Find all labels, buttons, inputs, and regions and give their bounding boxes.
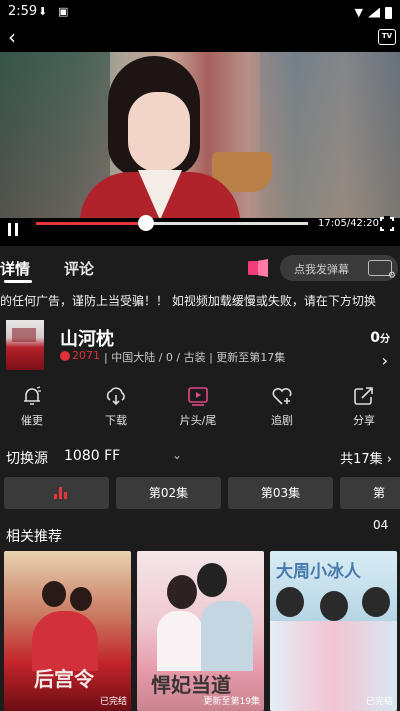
card2-robe-a <box>157 611 203 671</box>
notice-marquee: 的任何广告，谨防上当受骗！！ 如视频加载缓慢或失败，请在下方切换 <box>0 294 376 308</box>
follow-label: 追剧 <box>271 414 293 427</box>
score-unit: 分 <box>380 334 390 345</box>
remind-update-button[interactable]: 催更 <box>2 385 62 433</box>
playing-icon <box>54 487 68 499</box>
card3-figure-a <box>276 587 304 617</box>
card2-badge: 更新至第19集 <box>203 697 260 707</box>
danmu-settings-icon[interactable] <box>368 260 396 281</box>
video-time: 17:05/42:20 <box>318 218 380 229</box>
show-score: 0分 <box>370 330 390 346</box>
video-bg-right <box>260 52 400 218</box>
recommend-title: 相关推荐 <box>6 529 62 545</box>
chevron-down-icon[interactable]: ⌄ <box>172 448 182 462</box>
episode-03-button[interactable]: 第03集 <box>228 477 333 509</box>
chevron-right-icon[interactable]: › <box>382 351 388 370</box>
episode-04-button[interactable]: 第04 <box>340 477 400 532</box>
danmu-input[interactable]: 点我发弹幕 <box>280 255 398 281</box>
switch-source-label: 切换源 <box>6 451 48 467</box>
show-title: 山河枕 <box>60 329 114 350</box>
fullscreen-icon[interactable] <box>379 216 395 232</box>
follow-button[interactable]: 追剧 <box>252 385 312 433</box>
share-button[interactable]: 分享 <box>334 385 394 433</box>
show-meta: | 中国大陆 / 0 / 古装 | 更新至第17集 <box>104 351 286 364</box>
image-status-icon: ▣ <box>58 5 69 18</box>
card1-robes <box>32 611 98 671</box>
card3-figure-c <box>362 587 390 617</box>
progress-fill <box>36 222 146 225</box>
battery-icon <box>385 6 392 19</box>
wifi-icon: ▼ <box>354 6 363 19</box>
pause-button[interactable] <box>6 221 20 239</box>
episode-01-button[interactable] <box>4 477 109 509</box>
system-icons: ▼ <box>355 6 392 19</box>
tab-comments[interactable]: 评论 <box>64 258 94 279</box>
episode-total[interactable]: 共17集 › <box>340 448 392 467</box>
video-frame[interactable] <box>0 52 400 218</box>
hot-icon <box>60 351 70 361</box>
tab-details[interactable]: 详情 <box>0 258 30 279</box>
back-icon[interactable]: ‹ <box>2 26 22 48</box>
card1-art-title: 后宫令 <box>34 667 94 691</box>
card2-figure-b <box>197 563 227 597</box>
status-bar: 2:59 ⬇ ▣ ▼ <box>0 0 400 24</box>
recommend-card-1[interactable]: 后宫令 已完结 <box>4 551 131 711</box>
episode-total-label: 共17集 <box>340 452 383 467</box>
skip-intro-button[interactable]: 片头/尾 <box>168 385 228 433</box>
download-button[interactable]: 下载 <box>86 385 146 433</box>
skip-intro-label: 片头/尾 <box>179 414 217 427</box>
card2-figure-a <box>167 575 197 609</box>
share-label: 分享 <box>353 414 375 427</box>
download-label: 下载 <box>105 414 127 427</box>
card3-badge: 已完结 <box>365 697 393 707</box>
signal-icon <box>368 7 380 18</box>
tab-underline <box>4 280 32 283</box>
video-figure-face <box>128 92 190 172</box>
download-status-icon: ⬇ <box>38 5 48 18</box>
recommend-card-3[interactable]: 大周小冰人 已完结 <box>270 551 397 711</box>
danmu-toggle-icon[interactable] <box>248 259 268 277</box>
source-select[interactable]: 1080 FF <box>64 448 120 464</box>
show-poster <box>6 320 44 370</box>
recommend-card-2[interactable]: 悍妃当道 更新至第19集 <box>137 551 264 711</box>
cloud-download-icon <box>106 387 125 406</box>
cast-tv-button[interactable]: TV <box>378 29 396 45</box>
card1-badge: 已完结 <box>99 697 127 707</box>
remind-update-label: 催更 <box>21 414 43 427</box>
player-topbar: ‹ TV <box>0 24 400 52</box>
share-icon <box>354 387 373 405</box>
episode-02-button[interactable]: 第02集 <box>116 477 221 509</box>
danmu-placeholder: 点我发弹幕 <box>294 263 349 276</box>
card3-art-title: 大周小冰人 <box>276 562 361 582</box>
card3-figure-b <box>320 591 348 621</box>
progress-bar[interactable] <box>36 222 308 225</box>
status-time: 2:59 <box>8 4 38 19</box>
skip-intro-icon <box>188 387 208 406</box>
bell-icon <box>24 386 41 405</box>
card1-figure-b <box>70 587 92 611</box>
heart-plus-icon <box>272 387 292 405</box>
progress-handle[interactable] <box>137 215 154 231</box>
card1-figure-a <box>42 581 66 607</box>
card2-robe-b <box>201 601 253 671</box>
hot-count: 2071 <box>72 349 100 362</box>
score-value: 0 <box>370 330 380 346</box>
